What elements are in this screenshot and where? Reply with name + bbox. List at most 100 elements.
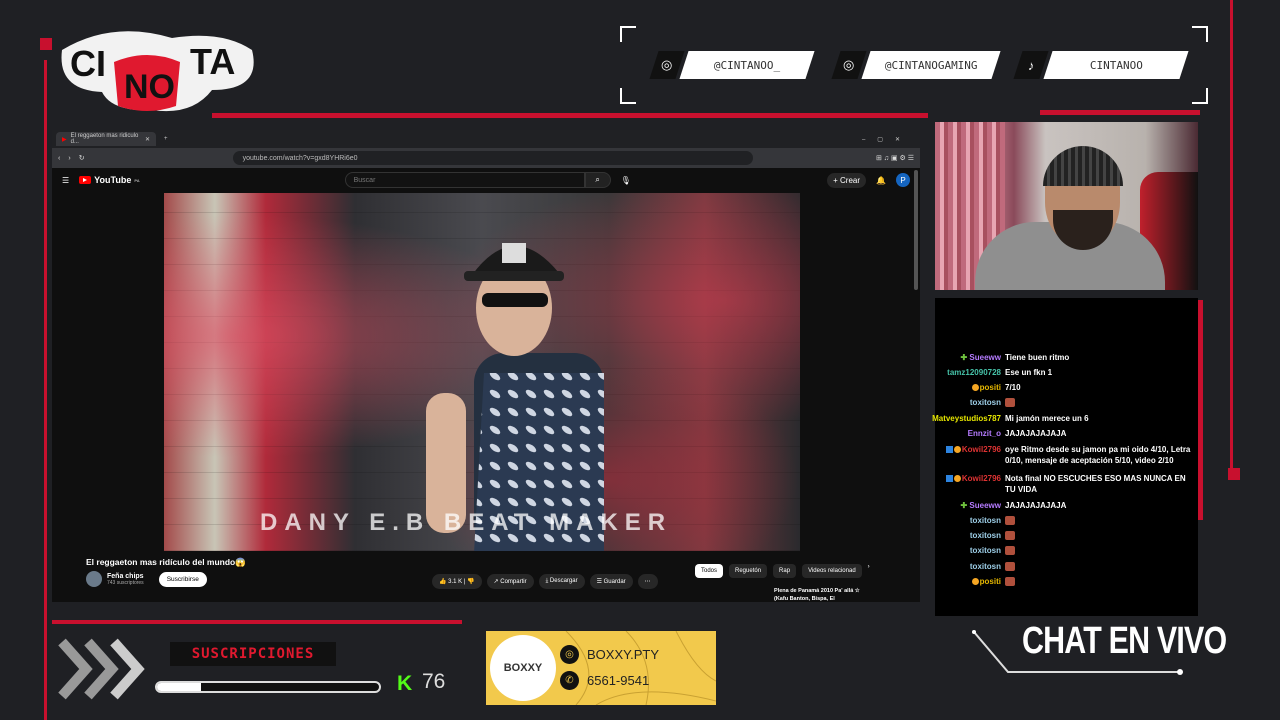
bottom-red-line (52, 620, 462, 624)
search-button[interactable]: ⌕ (584, 172, 611, 188)
youtube-logo[interactable]: YouTube PA (79, 175, 140, 185)
sponsor-ad: BOXXY ◎ BOXXY.PTY ✆ 6561-9541 (486, 631, 716, 705)
chat-username[interactable]: toxitosn (970, 545, 1001, 556)
back-icon[interactable]: ‹ (58, 155, 60, 162)
chat-text-content: Ese un fkn 1 (1005, 368, 1053, 377)
ad-instagram-row: ◎ BOXXY.PTY (560, 645, 659, 664)
chat-username[interactable]: Ennzit_o (968, 428, 1001, 439)
instagram-icon: ◎ (560, 645, 579, 664)
instagram-icon: ◎ (843, 57, 855, 72)
chat-username[interactable]: positi (971, 576, 1001, 587)
menu-icon[interactable]: ☰ (62, 176, 69, 185)
subscriptions-label: SUSCRIPCIONES (170, 642, 336, 666)
channel-name[interactable]: Feña chips (107, 573, 144, 580)
chat-text-content: JAJAJAJAJAJA (1005, 429, 1067, 438)
chat-username[interactable]: toxitosn (970, 397, 1001, 408)
subscribe-button[interactable]: Suscribirse (158, 571, 207, 587)
reload-icon[interactable]: ↻ (79, 154, 85, 162)
chat-username[interactable]: toxitosn (970, 515, 1001, 526)
save-button[interactable]: ☰ Guardar (589, 574, 633, 589)
emote-icon (1005, 562, 1015, 572)
svg-text:NO: NO (124, 68, 175, 106)
chat-text-content: Tiene buen ritmo (1005, 353, 1070, 362)
chip-related[interactable]: Videos relacionad (802, 564, 862, 578)
chat-text (1005, 530, 1195, 541)
platform-badge-icon (945, 475, 953, 483)
red-square-decoration (40, 38, 52, 50)
chip-todos[interactable]: Todos (695, 564, 724, 578)
chat-username[interactable]: positi (971, 382, 1001, 393)
emote-icon (1005, 531, 1015, 541)
download-button[interactable]: ⤓ Descargar (538, 574, 585, 589)
left-red-line (44, 60, 47, 720)
sub-badge-icon (953, 446, 961, 454)
chat-username[interactable]: tamz12090728 (947, 367, 1001, 378)
url-field[interactable]: youtube.com/watch?v=gxd8YHRi6e0 (232, 151, 753, 165)
kick-icon: K (397, 672, 413, 695)
chat-text: JAJAJAJAJAJA (1005, 500, 1195, 511)
youtube-header: ☰ YouTube PA Buscar ⌕ 🎙 + Crear 🔔 P (52, 168, 920, 192)
create-button[interactable]: + Crear (827, 172, 867, 188)
chat-text-content: 7/10 (1005, 383, 1021, 392)
chevron-right-icon[interactable]: › (868, 564, 870, 578)
chat-text: 7/10 (1005, 382, 1195, 393)
chat-username[interactable]: Kowil2796 (945, 444, 1001, 455)
more-button[interactable]: ⋯ (637, 574, 658, 589)
chat-username[interactable]: Kowil2796 (945, 473, 1001, 484)
chip-regueton[interactable]: Reguetón (729, 564, 768, 578)
chat-username[interactable]: Matveystudios787 (932, 413, 1001, 424)
share-button[interactable]: ↗ Compartir (486, 574, 534, 589)
webcam-feed (935, 122, 1198, 290)
browser-tab[interactable]: ▶ El reggaeton mas ridiculo d... ✕ (56, 132, 156, 146)
top-right-red-line (1040, 110, 1200, 115)
top-red-line (212, 113, 928, 118)
chat-username[interactable]: toxitosn (970, 561, 1001, 572)
svg-text:TA: TA (190, 41, 235, 82)
mic-icon[interactable]: 🎙 (621, 176, 631, 185)
chat-username-text: toxitosn (969, 531, 1001, 540)
subscriptions-progress-bar (155, 681, 381, 693)
sub-badge-icon (971, 578, 979, 586)
chat-text (1005, 515, 1195, 526)
avatar[interactable]: P (896, 173, 910, 187)
tiktok-icon: ♪ (1027, 57, 1035, 73)
chat-text: Ese un fkn 1 (1005, 367, 1195, 378)
bell-icon[interactable]: 🔔 (876, 176, 886, 185)
extensions-icon[interactable]: ⊞ ♫ ▣ ⚙ ☰ (876, 154, 914, 162)
channel-subs: 743 suscriptores (107, 579, 144, 586)
close-tab-icon[interactable]: ✕ (145, 136, 150, 143)
channel-avatar[interactable] (86, 571, 102, 587)
chat-username-text: Ennzit_o (967, 429, 1001, 438)
chevron-arrows-icon (54, 636, 150, 702)
like-button[interactable]: 👍 3.1 K | 👎 (432, 574, 482, 589)
new-tab-icon[interactable]: + (164, 136, 168, 142)
sub-badge-icon (971, 384, 979, 392)
chat-username[interactable]: ✚ Sueeww (960, 352, 1001, 363)
chat-username-text: positi (979, 383, 1001, 392)
recommended-video-title[interactable]: Plena de Panamá 2010 Pa' allá ☆ (Kafu Ba… (774, 587, 874, 602)
video-player[interactable]: DANY E.B BEAT MAKER (164, 193, 800, 551)
video-info: El reggaeton mas ridículo del mundo😱 Feñ… (52, 551, 920, 602)
chat-text (1005, 576, 1195, 587)
video-title: El reggaeton mas ridículo del mundo😱 (86, 557, 246, 567)
chat-username-text: toxitosn (969, 562, 1001, 571)
scrollbar[interactable] (914, 170, 918, 290)
social-instagram-1: ◎ @CINTANOO_ (649, 51, 815, 79)
chat-username[interactable]: toxitosn (970, 530, 1001, 541)
channel-logo: CI TA NO (52, 20, 262, 116)
emote-icon (1005, 516, 1015, 526)
live-chat-label: CHAT EN VIVO (1022, 620, 1227, 662)
svg-text:CI: CI (70, 43, 106, 84)
chat-text: Mi jamón merece un 6 (1005, 413, 1195, 424)
live-chat: ✚ Sueeww Tiene buen ritmo tamz12090728 Ese … (932, 298, 1198, 616)
chat-text: Tiene buen ritmo (1005, 352, 1195, 363)
chip-rap[interactable]: Rap (773, 564, 797, 578)
search-input[interactable]: Buscar (344, 172, 585, 188)
tab-bar: ▶ El reggaeton mas ridiculo d... ✕ + –▢✕ (52, 130, 920, 148)
chat-username-text: Matveystudios787 (932, 414, 1001, 423)
window-controls[interactable]: –▢✕ (862, 136, 912, 143)
sub-badge-icon (953, 475, 961, 483)
forward-icon[interactable]: › (68, 155, 70, 162)
chat-text-content: JAJAJAJAJAJA (1005, 501, 1067, 510)
chat-username[interactable]: ✚ Sueeww (960, 500, 1001, 511)
